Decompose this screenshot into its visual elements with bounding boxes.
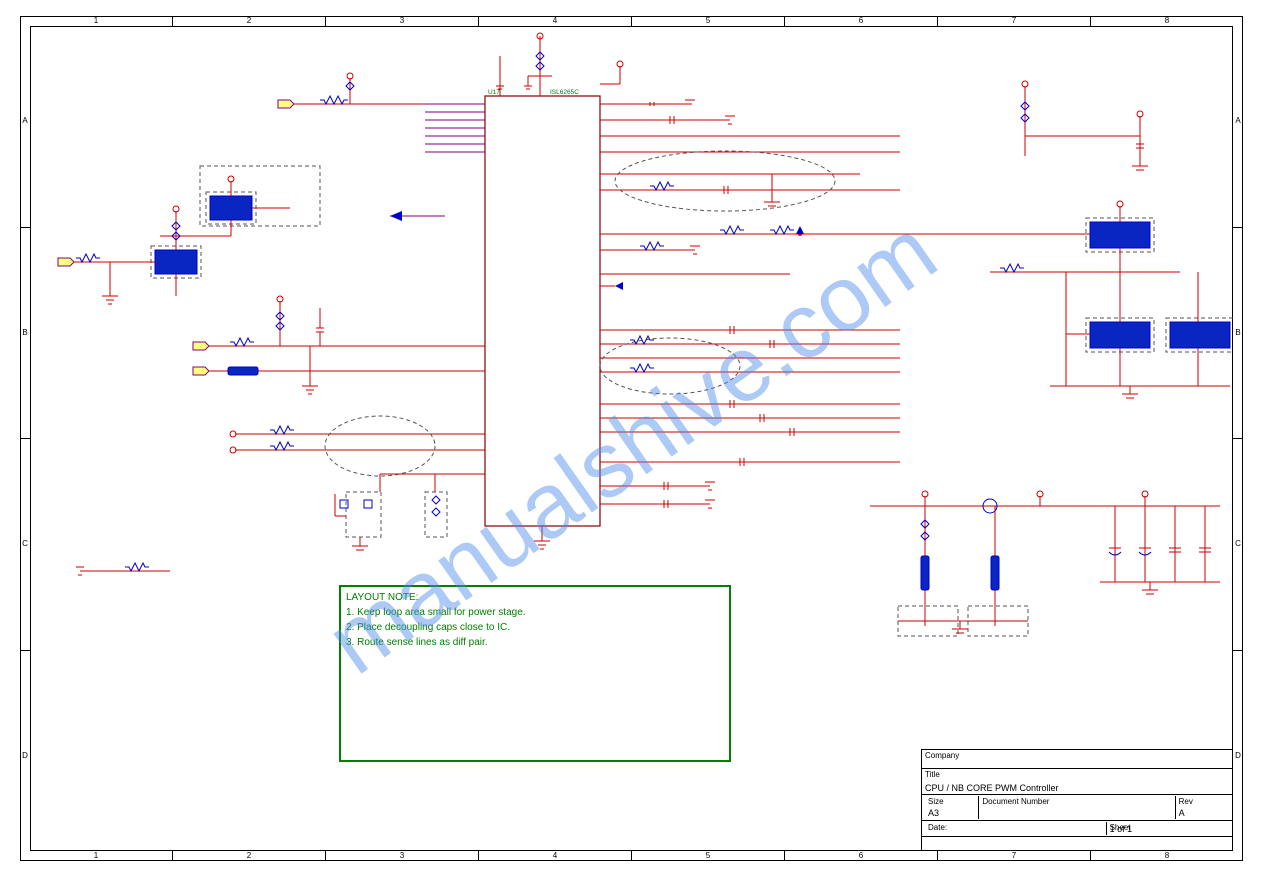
bead-icon <box>921 556 929 590</box>
ruler-col: 1 <box>20 851 172 861</box>
ruler-top: 1 2 3 4 5 6 7 8 <box>20 16 1243 26</box>
port-icon <box>278 100 294 108</box>
fet-icon <box>1090 322 1150 348</box>
ruler-bottom: 1 2 3 4 5 6 7 8 <box>20 851 1243 861</box>
ic-pn: ISL6265C <box>550 89 579 96</box>
ruler-col: 5 <box>631 16 784 26</box>
ruler-col: 2 <box>172 16 325 26</box>
cap-bank <box>1100 506 1220 594</box>
ruler-col: 4 <box>478 16 631 26</box>
bead-icon <box>228 367 258 375</box>
tb-rev: A <box>1179 808 1185 818</box>
schematic-page: 1 2 3 4 5 6 7 8 1 2 3 4 5 6 7 8 A B C D … <box>0 0 1263 893</box>
offpage-arrow-icon <box>390 211 402 221</box>
bead-icon <box>991 556 999 590</box>
fet-icon <box>210 196 252 220</box>
ruler-col: 3 <box>325 851 478 861</box>
ruler-col: 5 <box>631 851 784 861</box>
ruler-row: C <box>1233 438 1243 650</box>
ic-body <box>485 96 600 526</box>
ruler-col: 6 <box>784 851 937 861</box>
note-text: LAYOUT NOTE: 1. Keep loop area small for… <box>346 590 716 650</box>
ground-icon <box>102 296 118 304</box>
note-line: 3. Route sense lines as diff pair. <box>346 635 716 650</box>
tb-title: CPU / NB CORE PWM Controller <box>925 783 1059 793</box>
ruler-col: 8 <box>1090 851 1243 861</box>
ruler-left: A B C D <box>20 16 30 861</box>
ruler-col: 1 <box>20 16 172 26</box>
tb-title-label: Title <box>925 770 940 779</box>
schematic-canvas: U17 ISL6265C <box>30 26 1233 851</box>
ic-right-pins <box>600 61 930 508</box>
ruler-right: A B C D <box>1233 16 1243 861</box>
title-block: Company Title CPU / NB CORE PWM Controll… <box>921 749 1233 851</box>
ruler-row: B <box>1233 227 1243 439</box>
ruler-col: 6 <box>784 16 937 26</box>
jumper-icon <box>346 492 381 537</box>
ruler-row: A <box>1233 16 1243 227</box>
ruler-col: 4 <box>478 851 631 861</box>
ruler-col: 2 <box>172 851 325 861</box>
ruler-col: 8 <box>1090 16 1243 26</box>
fet-icon <box>155 250 197 274</box>
tb-company-label: Company <box>925 751 959 760</box>
fet-icon <box>1090 222 1150 248</box>
note-line: 2. Place decoupling caps close to IC. <box>346 620 716 635</box>
resistor-icon <box>76 254 100 262</box>
ruler-row: B <box>20 227 30 439</box>
ic-ref: U17 <box>488 89 500 96</box>
resistor-icon <box>320 96 348 104</box>
ruler-col: 3 <box>325 16 478 26</box>
ruler-row: C <box>20 438 30 650</box>
ruler-row: D <box>1233 650 1243 862</box>
tb-size: A3 <box>928 808 939 818</box>
tb-sheet: 1 of 1 <box>1110 824 1133 834</box>
ruler-col: 7 <box>937 16 1090 26</box>
ruler-row: D <box>20 650 30 862</box>
vid-bus <box>425 104 485 152</box>
note-line: 1. Keep loop area small for power stage. <box>346 605 716 620</box>
ruler-row: A <box>20 16 30 227</box>
note-line: LAYOUT NOTE: <box>346 590 716 605</box>
fet-icon <box>1170 322 1230 348</box>
ruler-col: 7 <box>937 851 1090 861</box>
